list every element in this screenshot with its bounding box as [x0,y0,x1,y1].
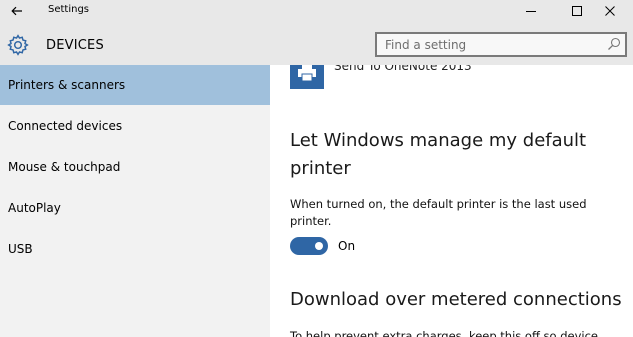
back-button[interactable] [0,0,34,22]
default-printer-heading: Let Windows manage my default printer [290,130,587,179]
sidebar-item-usb[interactable]: USB [0,229,270,269]
toggle-knob [315,242,323,250]
close-button[interactable] [587,0,633,22]
search-box[interactable] [375,32,627,57]
sidebar-item-label: Connected devices [8,119,123,133]
search-input[interactable] [377,34,602,55]
sidebar-item-autoplay[interactable]: AutoPlay [0,188,270,228]
sidebar-item-mouse-touchpad[interactable]: Mouse & touchpad [0,147,270,187]
main-content: Send To OneNote 2013 Let Windows manage … [270,65,633,337]
title-bar: Settings [0,0,633,22]
metered-connections-heading: Download over metered connections [290,289,622,310]
window-title: Settings [48,4,90,15]
sidebar-item-label: Printers & scanners [8,78,126,92]
sidebar-item-label: USB [8,242,33,256]
page-header: DEVICES [0,22,633,65]
default-printer-description: When turned on, the default printer is t… [290,197,587,228]
page-title: DEVICES [46,38,104,53]
printer-icon [298,65,316,82]
sidebar-item-connected-devices[interactable]: Connected devices [0,106,270,146]
minimize-button[interactable] [508,0,554,22]
sidebar-item-label: Mouse & touchpad [8,160,121,174]
printer-tile[interactable] [290,65,324,89]
gear-icon [7,34,29,56]
back-arrow-icon [11,6,22,16]
sidebar-item-label: AutoPlay [8,201,61,215]
metered-connections-description: To help prevent extra charges, keep this… [290,329,599,337]
printer-name[interactable]: Send To OneNote 2013 [334,65,472,73]
sidebar-item-printers-scanners[interactable]: Printers & scanners [0,65,270,105]
toggle-state-label: On [338,239,356,253]
search-icon[interactable] [607,37,621,51]
sidebar: Printers & scanners Connected devices Mo… [0,65,270,337]
close-icon [605,6,615,16]
minimize-icon [526,11,536,12]
default-printer-toggle[interactable] [290,237,328,255]
maximize-icon [572,6,582,16]
